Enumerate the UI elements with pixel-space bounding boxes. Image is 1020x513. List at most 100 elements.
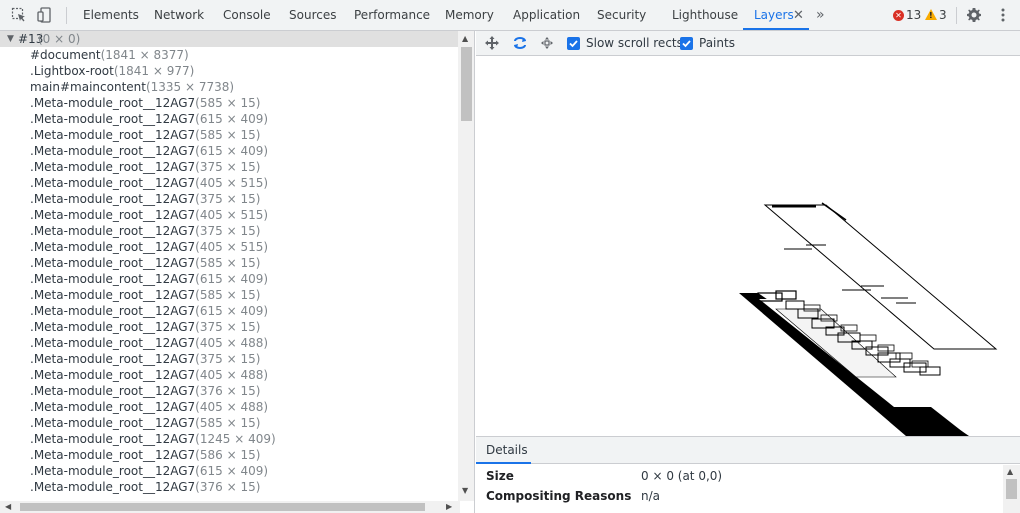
tree-item-name: .Meta-module_root__12AG7 bbox=[30, 320, 196, 334]
tree-item[interactable]: .Meta-module_root__12AG7(375 × 15) bbox=[30, 223, 260, 239]
tree-item[interactable]: .Meta-module_root__12AG7(585 × 15) bbox=[30, 415, 260, 431]
scroll-thumb[interactable] bbox=[1006, 479, 1017, 499]
tree-item-name: .Meta-module_root__12AG7 bbox=[30, 336, 196, 350]
warning-count[interactable]: 3 bbox=[939, 0, 947, 31]
tree-item[interactable]: .Meta-module_root__12AG7(615 × 409) bbox=[30, 303, 268, 319]
tree-item[interactable]: .Meta-module_root__12AG7(615 × 409) bbox=[30, 463, 268, 479]
tree-item[interactable]: .Meta-module_root__12AG7(405 × 515) bbox=[30, 175, 268, 191]
tree-item-name: .Meta-module_root__12AG7 bbox=[30, 256, 196, 270]
layers-toolbar: Slow scroll rects Paints bbox=[476, 31, 1020, 56]
tree-item[interactable]: .Meta-module_root__12AG7(405 × 515) bbox=[30, 207, 268, 223]
tree-item[interactable]: .Meta-module_root__12AG7(585 × 15) bbox=[30, 127, 260, 143]
tree-item[interactable]: .Meta-module_root__12AG7(375 × 15) bbox=[30, 159, 260, 175]
expand-arrow-icon[interactable]: ▼ bbox=[7, 31, 14, 47]
tree-item[interactable]: .Meta-module_root__12AG7(375 × 15) bbox=[30, 319, 260, 335]
tree-item[interactable]: .Lightbox-root(1841 × 977) bbox=[30, 63, 194, 79]
scroll-down-arrow-icon[interactable]: ▼ bbox=[462, 486, 468, 495]
paints-checkbox[interactable] bbox=[680, 37, 693, 50]
tree-item[interactable]: .Meta-module_root__12AG7(615 × 409) bbox=[30, 271, 268, 287]
scroll-thumb[interactable] bbox=[461, 47, 472, 121]
tree-item-size: (1841 × 977) bbox=[113, 64, 195, 78]
gear-icon[interactable] bbox=[966, 7, 982, 23]
details-scrollbar[interactable]: ▲ bbox=[1003, 465, 1020, 513]
device-toolbar-icon[interactable] bbox=[37, 7, 53, 23]
more-tabs-icon[interactable]: » bbox=[816, 0, 825, 31]
rotate-mode-icon[interactable] bbox=[512, 35, 528, 51]
scroll-left-arrow-icon[interactable]: ◀ bbox=[5, 501, 11, 513]
horizontal-scrollbar[interactable]: ◀ ▶ bbox=[0, 501, 460, 513]
tree-item[interactable]: .Meta-module_root__12AG7(585 × 15) bbox=[30, 95, 260, 111]
tree-item[interactable]: .Meta-module_root__12AG7(585 × 15) bbox=[30, 255, 260, 271]
tree-item-name: .Meta-module_root__12AG7 bbox=[30, 304, 196, 318]
tree-item[interactable]: .Meta-module_root__12AG7(615 × 409) bbox=[30, 143, 268, 159]
tree-item[interactable]: .Meta-module_root__12AG7(405 × 488) bbox=[30, 399, 268, 415]
layers-3d-drawing bbox=[739, 202, 998, 436]
tree-item[interactable]: .Meta-module_root__12AG7(376 × 15) bbox=[30, 479, 260, 495]
tree-item[interactable]: .Meta-module_root__12AG7(586 × 15) bbox=[30, 447, 260, 463]
tree-item-size: (405 × 515) bbox=[195, 208, 269, 222]
tab-console[interactable]: Console bbox=[223, 0, 271, 31]
paints-label[interactable]: Paints bbox=[699, 31, 735, 56]
tab-security[interactable]: Security bbox=[597, 0, 646, 31]
tab-elements[interactable]: Elements bbox=[83, 0, 139, 31]
tree-item[interactable]: main#maincontent(1335 × 7738) bbox=[30, 79, 234, 95]
tree-item[interactable]: .Meta-module_root__12AG7(376 × 15) bbox=[30, 383, 260, 399]
tree-item[interactable]: .Meta-module_root__12AG7(1245 × 409) bbox=[30, 431, 276, 447]
layers-3d-view[interactable] bbox=[476, 57, 1020, 436]
tree-item[interactable]: #document(1841 × 8377) bbox=[30, 47, 189, 63]
details-key-size: Size bbox=[486, 469, 514, 483]
inspect-element-icon[interactable] bbox=[11, 7, 27, 23]
tree-item[interactable]: .Meta-module_root__12AG7(585 × 15) bbox=[30, 287, 260, 303]
tree-item-size: (585 × 15) bbox=[195, 96, 261, 110]
vertical-scrollbar[interactable]: ▲ ▼ bbox=[458, 31, 474, 501]
tree-item-size: (585 × 15) bbox=[195, 288, 261, 302]
pan-mode-icon[interactable] bbox=[484, 35, 500, 51]
details-tab-strip: Details bbox=[476, 437, 1020, 464]
tree-item[interactable]: .Meta-module_root__12AG7(375 × 15) bbox=[30, 191, 260, 207]
details-key-compositing-reasons: Compositing Reasons bbox=[486, 489, 632, 503]
tab-application[interactable]: Application bbox=[513, 0, 580, 31]
tree-item-size: (615 × 409) bbox=[195, 464, 269, 478]
reset-transform-icon[interactable] bbox=[539, 35, 555, 51]
scroll-up-arrow-icon[interactable]: ▲ bbox=[1007, 467, 1013, 476]
tree-item-name: .Meta-module_root__12AG7 bbox=[30, 240, 196, 254]
tree-item-size: (585 × 15) bbox=[195, 128, 261, 142]
tab-network[interactable]: Network bbox=[154, 0, 204, 31]
kebab-menu-icon[interactable] bbox=[995, 7, 1011, 23]
close-tab-icon[interactable]: ✕ bbox=[793, 0, 804, 31]
slow-scroll-rects-label[interactable]: Slow scroll rects bbox=[586, 31, 683, 56]
tree-item-name: .Meta-module_root__12AG7 bbox=[30, 432, 196, 446]
scroll-thumb[interactable] bbox=[20, 503, 425, 511]
layer-tree-panel[interactable]: ▼ #13 (0 × 0) #document(1841 × 8377) .Ligh… bbox=[0, 31, 475, 513]
warning-mark: ! bbox=[929, 11, 933, 20]
slow-scroll-rects-checkbox[interactable] bbox=[567, 37, 580, 50]
tree-item-size: (585 × 15) bbox=[195, 256, 261, 270]
tree-item-name: .Meta-module_root__12AG7 bbox=[30, 176, 196, 190]
error-count[interactable]: 13 bbox=[906, 0, 921, 31]
tree-item-size: (375 × 15) bbox=[195, 192, 261, 206]
tab-lighthouse[interactable]: Lighthouse bbox=[672, 0, 738, 31]
tree-item-size: (1335 × 7738) bbox=[145, 80, 235, 94]
tree-item-size: (405 × 488) bbox=[195, 368, 269, 382]
toolbar-divider bbox=[956, 7, 957, 24]
tab-layers[interactable]: Layers bbox=[754, 0, 794, 31]
tree-item-size: (1841 × 8377) bbox=[100, 48, 189, 62]
tab-memory[interactable]: Memory bbox=[445, 0, 494, 31]
tree-item[interactable]: .Meta-module_root__12AG7(405 × 488) bbox=[30, 367, 268, 383]
tree-item-name: .Meta-module_root__12AG7 bbox=[30, 192, 196, 206]
error-icon[interactable]: ✕ bbox=[893, 10, 904, 21]
tree-item-name: .Meta-module_root__12AG7 bbox=[30, 224, 196, 238]
tab-sources[interactable]: Sources bbox=[289, 0, 336, 31]
scroll-right-arrow-icon[interactable]: ▶ bbox=[446, 501, 452, 513]
tree-item-name: .Meta-module_root__12AG7 bbox=[30, 208, 196, 222]
tree-item[interactable]: .Meta-module_root__12AG7(375 × 15) bbox=[30, 351, 260, 367]
tree-item[interactable]: .Meta-module_root__12AG7(615 × 409) bbox=[30, 111, 268, 127]
tab-details[interactable]: Details bbox=[486, 437, 528, 464]
tab-performance[interactable]: Performance bbox=[354, 0, 430, 31]
tree-item-name: .Meta-module_root__12AG7 bbox=[30, 272, 196, 286]
tree-root-row[interactable]: ▼ #13 (0 × 0) bbox=[0, 31, 460, 47]
details-value-compositing-reasons: n/a bbox=[641, 489, 661, 503]
tree-item[interactable]: .Meta-module_root__12AG7(405 × 488) bbox=[30, 335, 268, 351]
tree-item[interactable]: .Meta-module_root__12AG7(405 × 515) bbox=[30, 239, 268, 255]
scroll-up-arrow-icon[interactable]: ▲ bbox=[462, 34, 468, 43]
